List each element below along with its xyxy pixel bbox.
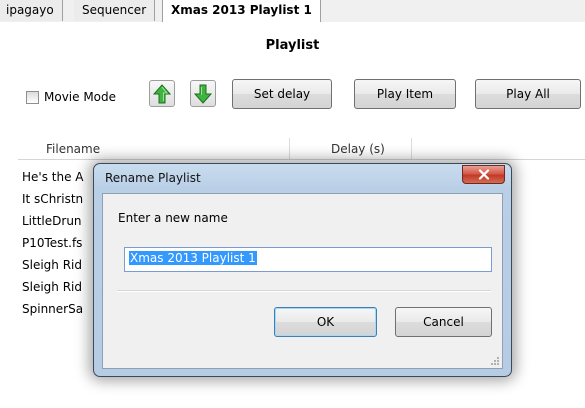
list-header: Filename Delay (s) [18,138,585,160]
green-down-arrow-icon [194,84,212,104]
cancel-button[interactable]: Cancel [395,307,492,337]
resize-grip-icon[interactable] [490,356,500,366]
tab-strip: ipagayo Sequencer Xmas 2013 Playlist 1 [0,0,585,23]
playlist-name-input[interactable]: Xmas 2013 Playlist 1 [124,247,492,272]
movie-mode-checkbox[interactable]: Movie Mode [26,90,116,104]
tab-ipagayo[interactable]: ipagayo [0,0,63,21]
list-item[interactable]: P10Test.fs [22,236,82,250]
rename-playlist-dialog: Rename Playlist Enter a new name Xmas 20… [93,163,512,377]
move-down-button[interactable] [190,80,216,107]
rename-prompt: Enter a new name [118,211,228,225]
list-item[interactable]: SpinnerSa [22,302,83,316]
column-filename[interactable]: Filename [46,142,100,156]
column-separator[interactable] [411,138,412,159]
play-item-button[interactable]: Play Item [354,79,456,109]
movie-mode-label: Movie Mode [44,90,117,104]
close-icon [478,169,489,180]
move-up-button[interactable] [149,80,175,107]
green-up-arrow-icon [153,83,171,103]
column-delay[interactable]: Delay (s) [331,142,385,156]
tab-sequencer[interactable]: Sequencer [74,0,156,21]
tab-xmas-playlist[interactable]: Xmas 2013 Playlist 1 [162,0,321,22]
ok-button[interactable]: OK [274,307,377,337]
pane-title: Playlist [265,38,320,53]
selected-text[interactable]: Xmas 2013 Playlist 1 [129,251,257,265]
dialog-body: Enter a new name Xmas 2013 Playlist 1 OK… [102,193,503,369]
list-item[interactable]: It sChristn [22,192,83,206]
column-separator[interactable] [289,138,290,159]
play-all-button[interactable]: Play All [475,79,581,109]
dialog-divider [117,290,491,292]
list-item[interactable]: He's the A [22,170,84,184]
close-button[interactable] [462,165,505,184]
list-item[interactable]: Sleigh Rid [22,280,82,294]
list-item[interactable]: LittleDrun [22,214,82,228]
set-delay-button[interactable]: Set delay [232,79,332,109]
dialog-title: Rename Playlist [105,171,201,185]
list-item[interactable]: Sleigh Rid [22,258,82,272]
checkbox-box[interactable] [26,90,39,104]
